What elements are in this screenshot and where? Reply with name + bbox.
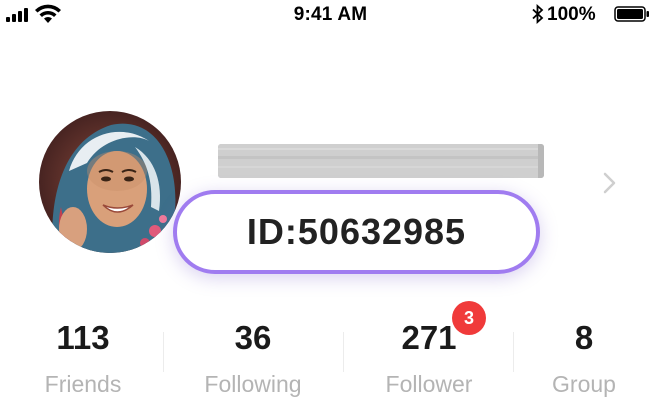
stat-divider	[343, 332, 344, 372]
battery-percent: 100%	[547, 4, 596, 25]
status-bar: 9:41 AM 100%	[0, 0, 661, 32]
stat-follower-label: Follower	[385, 371, 473, 397]
follower-notification-badge: 3	[452, 301, 486, 335]
stat-group[interactable]: 8 Group	[504, 318, 661, 398]
user-id-badge[interactable]: ID:50632985	[173, 190, 540, 274]
stat-following-value: 36	[234, 319, 272, 356]
stat-friends-value: 113	[56, 319, 110, 356]
profile-screen: 9:41 AM 100% ID:50632985 113 Friends 36 …	[0, 0, 661, 413]
stat-follower-value: 271	[401, 319, 457, 356]
stat-divider	[163, 332, 164, 372]
avatar[interactable]	[39, 111, 181, 253]
chevron-right-icon[interactable]	[602, 172, 618, 194]
stat-friends-label: Friends	[44, 371, 122, 397]
username-redacted	[218, 144, 544, 178]
stat-friends[interactable]: 113 Friends	[3, 318, 163, 398]
stat-follower[interactable]: 271 Follower	[349, 318, 509, 398]
stat-group-label: Group	[552, 371, 616, 397]
stat-following[interactable]: 36 Following	[173, 318, 333, 398]
stat-following-label: Following	[204, 371, 302, 397]
bluetooth-icon	[532, 4, 544, 24]
user-id-text: ID:50632985	[246, 211, 467, 252]
battery-icon	[614, 6, 649, 22]
stat-group-value: 8	[574, 319, 594, 356]
